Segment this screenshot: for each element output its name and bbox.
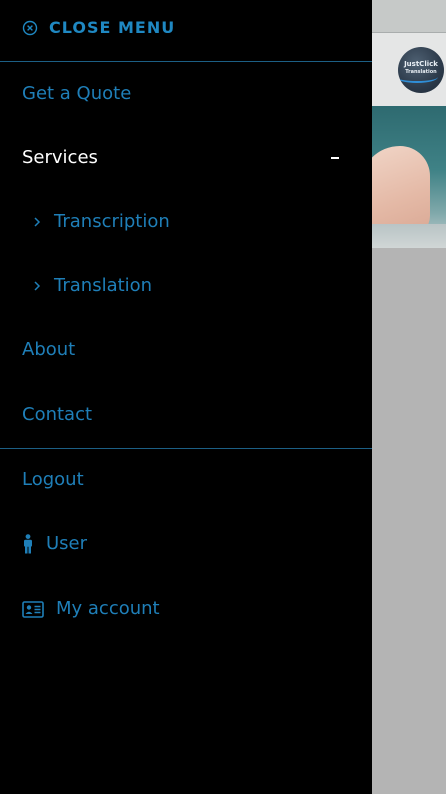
menu-item-label: About [22, 339, 76, 360]
menu-item-label: Logout [22, 469, 84, 490]
close-menu-label: CLOSE MENU [49, 18, 176, 37]
menu-item-my-account[interactable]: My account [0, 589, 372, 629]
menu-item-label: Contact [22, 404, 93, 425]
submenu-item-transcription[interactable]: Transcription [0, 202, 372, 242]
id-card-icon [22, 601, 44, 618]
page: JustClick Translation CLOSE MENU Get a Q… [0, 0, 446, 794]
menu-item-label: Get a Quote [22, 83, 132, 104]
close-menu-button[interactable]: CLOSE MENU [0, 0, 372, 62]
menu-item-about[interactable]: About [0, 330, 372, 370]
menu-item-contact[interactable]: Contact [0, 395, 372, 435]
menu-item-label: Services [22, 147, 98, 168]
submenu-item-translation[interactable]: Translation [0, 266, 372, 306]
chevron-right-icon [34, 217, 41, 227]
collapse-minus-icon[interactable] [331, 157, 339, 159]
chevron-right-icon [34, 281, 41, 291]
submenu-item-label: Translation [54, 275, 153, 296]
menu-item-label: My account [56, 598, 160, 619]
logo-text-line1: JustClick [404, 60, 438, 68]
logo-text-line2: Translation [405, 69, 437, 75]
menu-item-user[interactable]: User [0, 524, 372, 564]
menu-item-services[interactable]: Services [0, 138, 372, 178]
site-logo[interactable]: JustClick Translation [398, 47, 444, 93]
submenu-item-label: Transcription [54, 211, 170, 232]
nav-drawer: CLOSE MENU Get a Quote Services Transcri… [0, 0, 372, 794]
menu-item-label: User [46, 533, 88, 554]
menu-item-get-a-quote[interactable]: Get a Quote [0, 74, 372, 114]
close-circle-icon [22, 20, 38, 36]
menu-item-logout[interactable]: Logout [0, 460, 372, 500]
user-icon [24, 534, 32, 554]
menu-divider [0, 448, 372, 449]
